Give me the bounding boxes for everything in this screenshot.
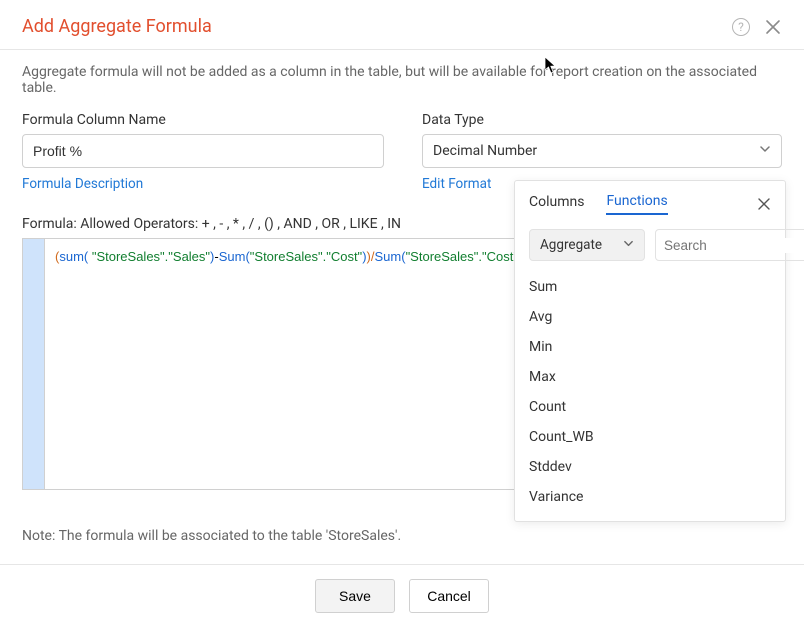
add-aggregate-formula-dialog: Add Aggregate Formula ? Aggregate formul… [0,0,804,627]
formula-name-label: Formula Column Name [22,112,384,128]
dialog-footer: Save Cancel [0,564,804,627]
data-type-label: Data Type [422,112,782,128]
function-item-avg[interactable]: Avg [529,307,771,327]
chevron-down-icon [623,237,634,253]
function-item-stddev[interactable]: Stddev [529,457,771,477]
association-note: Note: The formula will be associated to … [22,528,782,544]
function-search-box[interactable] [655,229,804,261]
editor-gutter [23,239,45,489]
functions-panel: Columns Functions Aggregate Sum [514,180,786,522]
function-category-value: Aggregate [540,237,602,253]
tab-columns[interactable]: Columns [529,194,584,214]
close-icon[interactable] [764,18,782,36]
formula-description-link[interactable]: Formula Description [22,176,384,192]
panel-close-icon[interactable] [757,197,771,211]
formula-name-input[interactable] [22,134,384,168]
dialog-header: Add Aggregate Formula ? [0,0,804,50]
panel-controls: Aggregate [529,229,771,261]
function-item-countwb[interactable]: Count_WB [529,427,771,447]
function-item-sum[interactable]: Sum [529,277,771,297]
data-type-value: Decimal Number [433,143,537,159]
function-item-count[interactable]: Count [529,397,771,417]
dialog-description: Aggregate formula will not be added as a… [22,64,782,96]
tab-functions[interactable]: Functions [606,193,667,215]
formula-name-col: Formula Column Name Formula Description [22,112,384,192]
function-category-select[interactable]: Aggregate [529,229,645,261]
cancel-button[interactable]: Cancel [409,579,489,613]
function-item-max[interactable]: Max [529,367,771,387]
function-item-variance[interactable]: Variance [529,487,771,507]
formula-code: (sum( "StoreSales"."Sales")-Sum("StoreSa… [45,239,559,489]
panel-tabs: Columns Functions [529,193,771,215]
function-item-min[interactable]: Min [529,337,771,357]
help-icon[interactable]: ? [732,18,750,36]
function-search-input[interactable] [664,238,804,253]
dialog-title: Add Aggregate Formula [22,16,732,37]
save-button[interactable]: Save [315,579,395,613]
chevron-down-icon [759,143,771,159]
data-type-select[interactable]: Decimal Number [422,134,782,168]
function-list: Sum Avg Min Max Count Count_WB Stddev Va… [529,273,771,507]
